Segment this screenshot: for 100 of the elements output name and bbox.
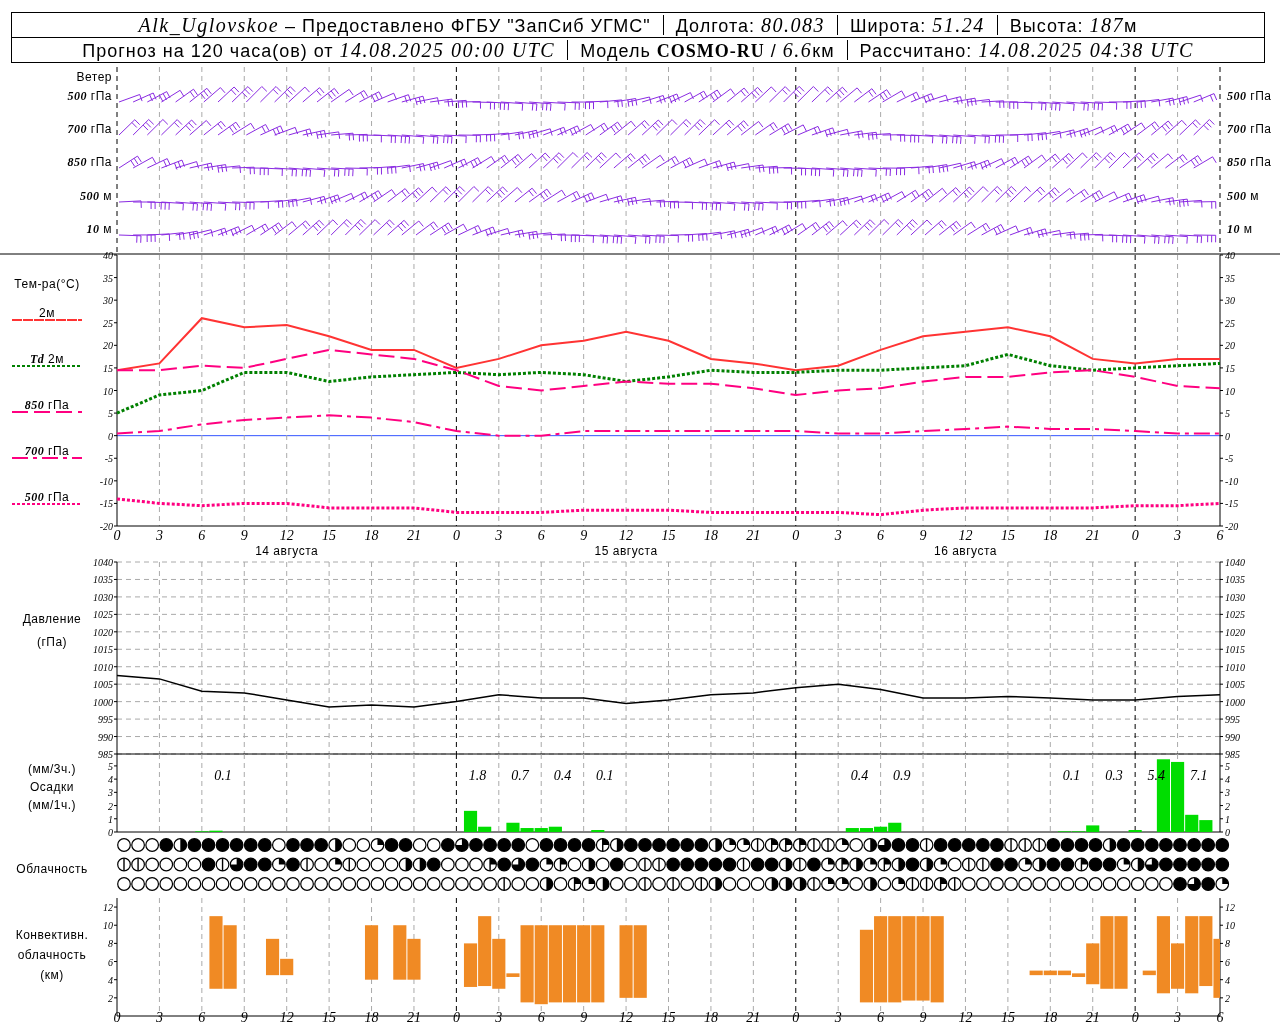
axis-tick-label: 15 bbox=[322, 1010, 337, 1024]
wind-level-label: 850 гПа bbox=[1227, 155, 1272, 169]
axis-tick-label: 1015 bbox=[93, 644, 113, 656]
header-text: Долгота: 80.083 bbox=[675, 13, 826, 37]
axis-tick-label: 15 bbox=[661, 1010, 676, 1024]
axis-tick-label: 6 bbox=[198, 1010, 206, 1024]
precipitation-total: 0.4 bbox=[850, 768, 869, 783]
axis-tick-label: 18 bbox=[364, 528, 379, 543]
legend-label: 850 гПа bbox=[24, 398, 70, 412]
axis-tick-label: 21 bbox=[406, 1010, 421, 1024]
axis-title: Конвективн. bbox=[15, 928, 89, 942]
header-text: Прогноз на 120 часа(ов) от 14.08.2025 00:00 UTC bbox=[82, 38, 556, 62]
legend-label: 500 гПа bbox=[24, 490, 70, 504]
axis-title: (км) bbox=[40, 968, 64, 982]
axis-tick-label: 0 bbox=[792, 1010, 800, 1024]
axis-tick-label: 1005 bbox=[93, 679, 113, 691]
axis-tick-label: 9 bbox=[919, 528, 927, 543]
axis-tick-label: 990 bbox=[98, 731, 113, 743]
axis-tick-label: 9 bbox=[240, 528, 248, 543]
axis-title: облачность bbox=[17, 948, 87, 962]
axis-tick-label: 0 bbox=[452, 528, 460, 543]
precipitation-total: 0.1 bbox=[214, 768, 232, 783]
axis-tick-label: 21 bbox=[406, 528, 421, 543]
wind-label: Ветер bbox=[76, 70, 112, 84]
axis-tick-label: 1020 bbox=[93, 626, 113, 638]
date-label: 15 августа bbox=[594, 544, 658, 558]
axis-tick-label: 985 bbox=[98, 749, 113, 760]
axis-tick-label: -20 bbox=[1225, 521, 1239, 532]
axis-tick-label: 3 bbox=[1174, 528, 1182, 543]
axis-tick-label: 20 bbox=[1225, 340, 1235, 352]
axis-title: (мм/3ч.) bbox=[27, 762, 77, 776]
axis-tick-label: 3 bbox=[155, 528, 163, 543]
wind-level-label: 500 м bbox=[1227, 189, 1260, 203]
axis-tick-label: 995 bbox=[98, 714, 113, 726]
axis-tick-label: 5 bbox=[1225, 408, 1230, 420]
axis-tick-label: 1035 bbox=[1225, 574, 1245, 586]
axis-tick-label: 4 bbox=[108, 974, 113, 986]
axis-tick-label: 2 bbox=[108, 992, 113, 1004]
axis-tick-label: 2 bbox=[108, 800, 113, 812]
axis-tick-label: 4 bbox=[1225, 774, 1230, 786]
header-text: Рассчитано: 14.08.2025 04:38 UTC bbox=[859, 38, 1194, 62]
axis-tick-label: 10 bbox=[1225, 385, 1235, 397]
axis-tick-label: 18 bbox=[703, 528, 718, 543]
axis-tick-label: 0 bbox=[113, 528, 121, 543]
axis-tick-label: 8 bbox=[108, 938, 113, 950]
header-text: Alk_Uglovskoe – Предоставлено ФГБУ "ЗапСиб УГМС" bbox=[138, 13, 651, 37]
axis-tick-label: 12 bbox=[958, 1010, 973, 1024]
axis-tick-label: 21 bbox=[1085, 528, 1100, 543]
axis-tick-label: 40 bbox=[103, 250, 113, 261]
axis-tick-label: 3 bbox=[155, 1010, 163, 1024]
axis-tick-label: 3 bbox=[834, 1010, 842, 1024]
axis-tick-label: 9 bbox=[580, 528, 588, 543]
axis-tick-label: 1040 bbox=[93, 557, 113, 568]
axis-tick-label: 6 bbox=[537, 528, 545, 543]
axis-tick-label: 1025 bbox=[1225, 609, 1245, 621]
axis-tick-label: 12 bbox=[619, 1010, 634, 1024]
date-label: 16 августа bbox=[933, 544, 997, 558]
axis-tick-label: 5 bbox=[108, 408, 113, 420]
axis-tick-label: 15 bbox=[322, 528, 337, 543]
axis-tick-label: 1040 bbox=[1225, 557, 1245, 568]
axis-tick-label: 4 bbox=[1225, 974, 1230, 986]
wind-level-label: 10 м bbox=[86, 222, 112, 236]
precipitation-total: 7.1 bbox=[1190, 768, 1208, 783]
axis-tick-label: 12 bbox=[103, 902, 113, 914]
axis-tick-label: 25 bbox=[1225, 317, 1235, 329]
axis-tick-label: 15 bbox=[1000, 528, 1015, 543]
axis-tick-label: 0 bbox=[1131, 528, 1139, 543]
axis-tick-label: 2 bbox=[1225, 992, 1230, 1004]
axis-tick-label: 6 bbox=[1216, 528, 1224, 543]
wind-level-label: 700 гПа bbox=[67, 122, 112, 136]
axis-tick-label: 0 bbox=[452, 1010, 460, 1024]
axis-tick-label: 0 bbox=[1225, 827, 1230, 838]
axis-tick-label: 1 bbox=[1225, 813, 1230, 825]
axis-tick-label: 3 bbox=[1225, 787, 1230, 799]
axis-tick-label: 1000 bbox=[93, 696, 113, 708]
wind-level-label: 700 гПа bbox=[1227, 122, 1272, 136]
legend-label: Td 2м bbox=[29, 352, 65, 366]
precipitation-total: 0.3 bbox=[1105, 768, 1123, 783]
axis-tick-label: 20 bbox=[103, 340, 113, 352]
precipitation-total: 0.9 bbox=[893, 768, 911, 783]
axis-tick-label: 9 bbox=[580, 1010, 588, 1024]
axis-tick-label: 6 bbox=[537, 1010, 545, 1024]
header-text: Высота: 187м bbox=[1009, 13, 1138, 37]
legend-label: 700 гПа bbox=[24, 444, 70, 458]
axis-tick-label: 3 bbox=[495, 528, 503, 543]
axis-tick-label: 1010 bbox=[1225, 661, 1245, 673]
axis-tick-label: 12 bbox=[279, 1010, 294, 1024]
axis-tick-label: 5 bbox=[108, 760, 113, 772]
wind-level-label: 500 гПа bbox=[1227, 89, 1272, 103]
axis-tick-label: 0 bbox=[1131, 1010, 1139, 1024]
axis-tick-label: 8 bbox=[1225, 938, 1230, 950]
axis-unit: (гПа) bbox=[36, 635, 68, 649]
axis-tick-label: 18 bbox=[703, 1010, 718, 1024]
axis-tick-label: -15 bbox=[1225, 498, 1239, 510]
axis-tick-label: 9 bbox=[919, 1010, 927, 1024]
wind-level-label: 500 м bbox=[79, 189, 112, 203]
axis-tick-label: 1 bbox=[108, 813, 113, 825]
axis-tick-label: 18 bbox=[1043, 528, 1058, 543]
axis-tick-label: 1005 bbox=[1225, 679, 1245, 691]
axis-tick-label: 21 bbox=[1085, 1010, 1100, 1024]
